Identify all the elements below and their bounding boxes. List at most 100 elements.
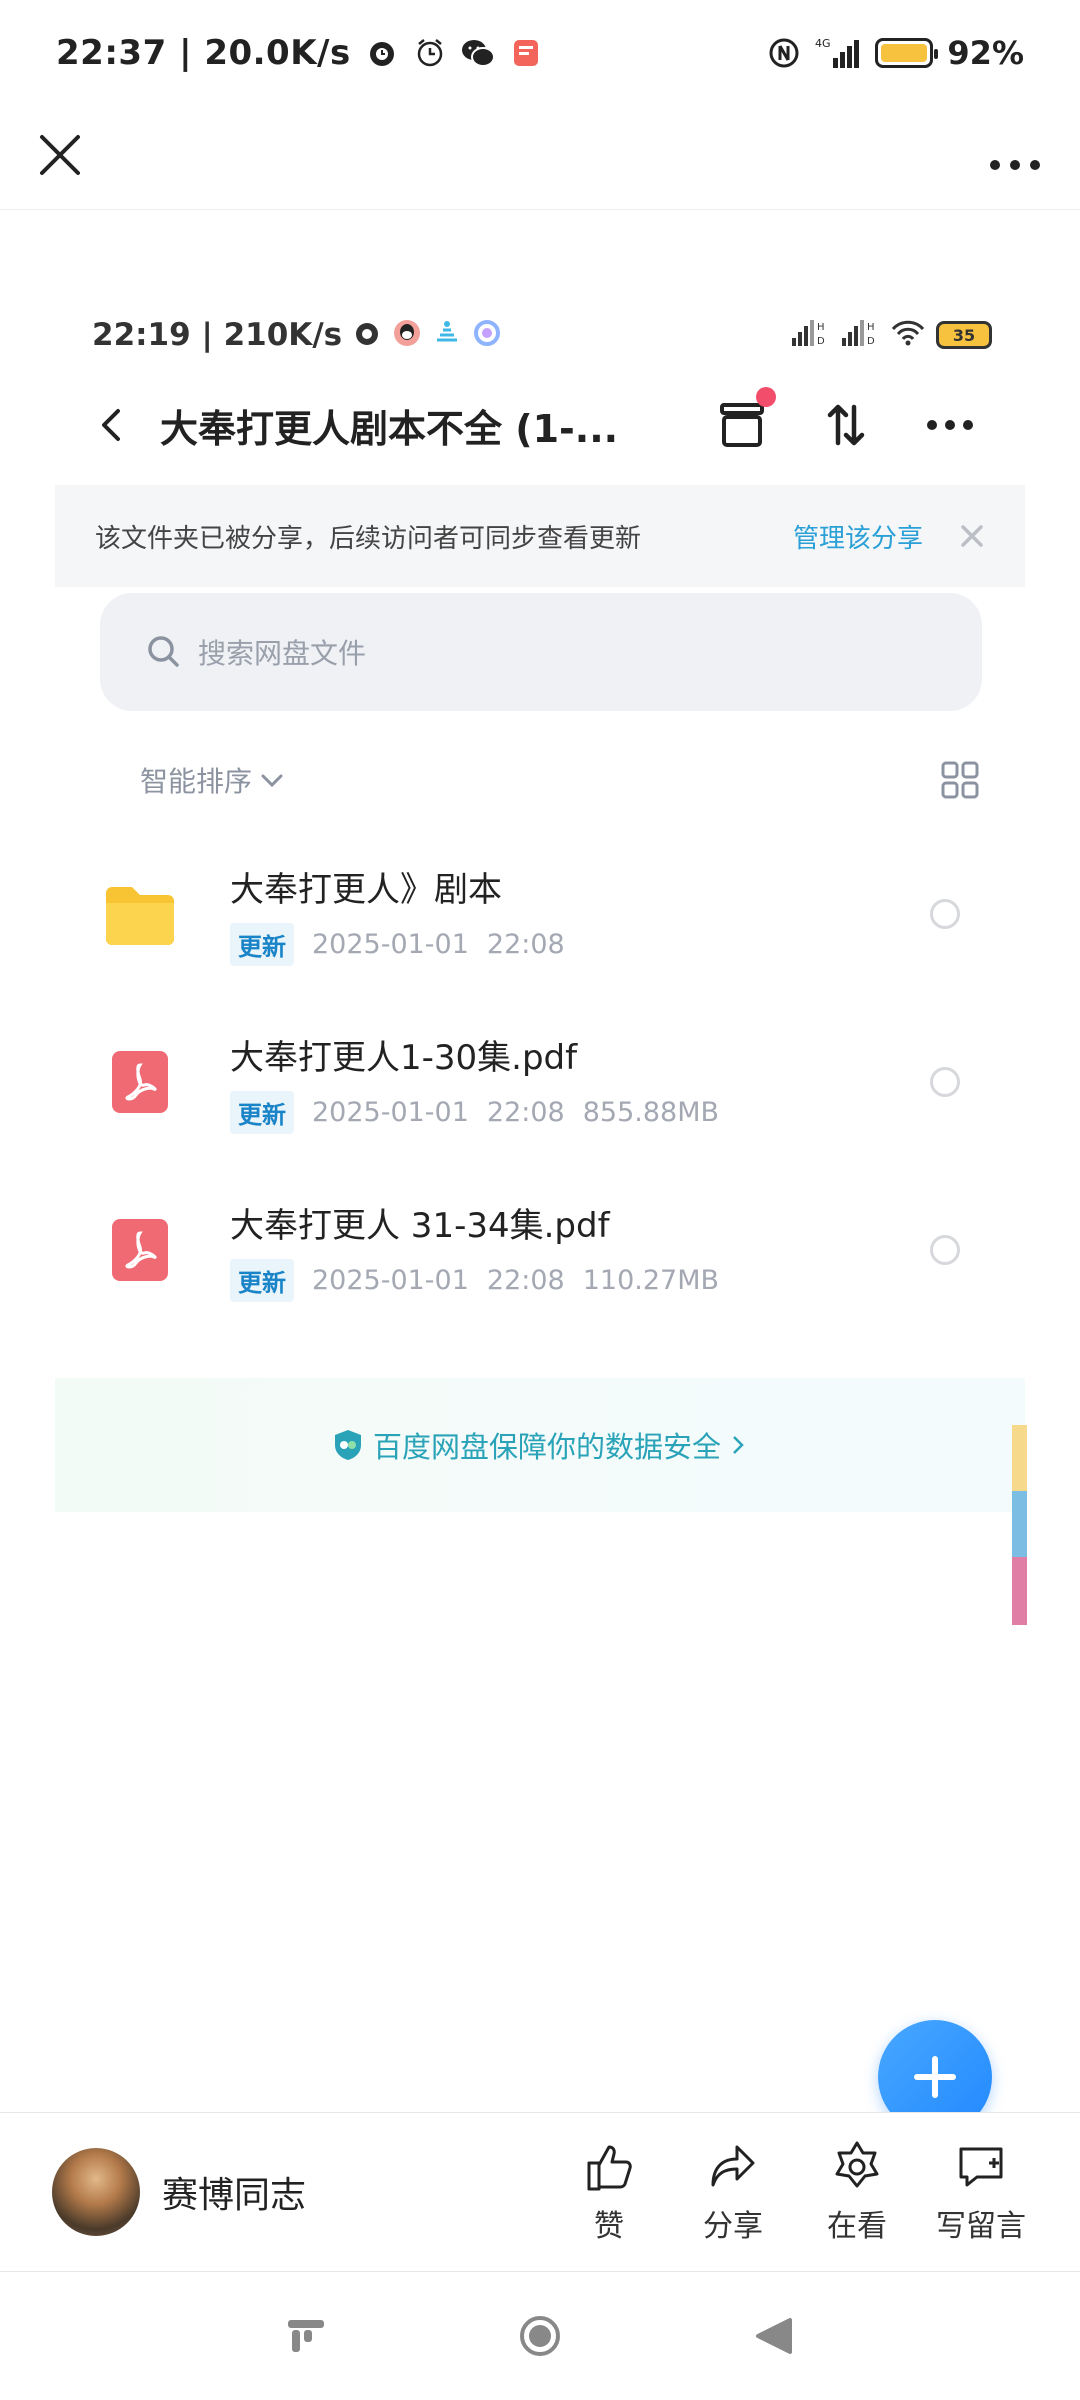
select-checkbox[interactable] [930,1235,960,1265]
like-label: 赞 [594,2209,624,2244]
share-icon [711,2145,755,2187]
battery-icon [875,37,939,68]
file-row[interactable]: 大奉打更人1-30集.pdf 更新 2025-01-01 22:08 855.8… [90,998,1000,1166]
alarm-filled-icon [365,36,399,70]
watching-button[interactable]: 在看 [808,2139,906,2245]
back-nav-button[interactable] [752,2314,796,2358]
outer-status-time: 22:37 | 20.0K/s [56,32,351,73]
author-name[interactable]: 赛博同志 [162,2166,306,2218]
grid-icon [941,761,979,799]
back-triangle-icon [756,2318,792,2354]
battery-percent: 92% [947,33,1024,72]
search-placeholder: 搜索网盘文件 [198,637,367,670]
like-button[interactable]: 赞 [560,2139,658,2245]
system-nav-bar [0,2272,1080,2400]
comment-label: 写留言 [936,2209,1026,2244]
folder-header: 大奉打更人剧本不全 (1-... [90,385,990,465]
select-checkbox[interactable] [930,899,960,929]
close-icon [961,525,983,547]
archive-button[interactable] [714,387,776,453]
wechat-icon [461,36,495,70]
home-circle-icon [520,2316,560,2356]
search-input[interactable]: 搜索网盘文件 [100,593,982,711]
manage-share-link[interactable]: 管理该分享 [793,518,923,555]
file-name: 大奉打更人 31-34集.pdf [230,1206,610,1246]
share-label: 分享 [703,2209,763,2244]
file-date: 2025-01-01 [312,1265,469,1296]
color-strip [1012,1425,1027,1625]
alarm-icon [352,318,382,352]
share-button[interactable]: 分享 [684,2139,782,2245]
close-button[interactable] [30,125,90,185]
pdf-icon [90,1200,190,1300]
svg-text:D: D [817,336,825,347]
close-icon [40,135,80,175]
nfc-icon [767,36,801,70]
chevron-left-icon [102,409,120,441]
star-icon [835,2141,879,2188]
recent-apps-button[interactable] [284,2314,328,2358]
signal-hd-icon: HD [790,318,830,352]
thumbs-up-icon [587,2145,632,2191]
select-checkbox[interactable] [930,1067,960,1097]
inner-status-bar: 22:19 | 210K/s HD HD 35 [92,310,992,360]
alarm-outline-icon [413,36,447,70]
file-date: 2025-01-01 [312,929,469,960]
top-nav [0,105,1080,210]
transfer-arrows-icon [827,404,865,446]
file-name: 大奉打更人》剧本 [230,870,502,910]
inner-status-time: 22:19 | 210K/s [92,317,343,353]
chevron-down-icon[interactable] [258,766,286,794]
notification-dot [756,387,776,407]
app-stack-icon [432,318,462,352]
update-badge: 更新 [230,923,294,966]
avatar[interactable] [52,2148,140,2236]
file-time: 22:08 [486,929,565,960]
chevron-right-icon [727,1434,749,1456]
shield-icon [331,1428,365,1462]
outer-status-bar: 22:37 | 20.0K/s 4G 92% [0,0,1080,105]
svg-text:H: H [867,322,875,333]
search-icon [144,632,184,672]
grid-view-toggle[interactable] [940,760,980,800]
app-notification-icon [509,36,543,70]
update-badge: 更新 [230,1091,294,1134]
file-time: 22:08 [486,1265,565,1296]
sort-dropdown[interactable]: 智能排序 [140,760,252,800]
file-size: 855.88MB [582,1097,720,1128]
file-row[interactable]: 大奉打更人 31-34集.pdf 更新 2025-01-01 22:08 110… [90,1166,1000,1334]
file-row[interactable]: 大奉打更人》剧本 更新 2025-01-01 22:08 [90,830,1000,998]
signal-hd-icon-2: HD [840,318,880,352]
svg-text:H: H [817,322,825,333]
watching-label: 在看 [827,2209,887,2244]
recent-apps-icon [288,2320,324,2352]
file-list: 大奉打更人》剧本 更新 2025-01-01 22:08 大奉打更人1-30集.… [90,830,1000,1334]
inner-battery: 35 [936,321,992,349]
archive-box-icon [720,403,764,447]
folder-more-button[interactable] [922,397,978,453]
file-time: 22:08 [486,1097,565,1128]
more-options-button[interactable] [980,125,1050,185]
folder-icon [90,864,190,964]
app-ring-icon [472,318,502,352]
svg-text:D: D [867,336,875,347]
home-button[interactable] [518,2314,562,2358]
share-banner: 该文件夹已被分享，后续访问者可同步查看更新 管理该分享 [55,485,1025,587]
safety-text: 百度网盘保障你的数据安全 [372,1430,721,1464]
file-size: 110.27MB [582,1265,720,1296]
wifi-icon [890,318,926,352]
signal-4g-icon: 4G [815,36,861,70]
update-badge: 更新 [230,1259,294,1302]
folder-title: 大奉打更人剧本不全 (1-... [160,406,619,451]
file-date: 2025-01-01 [312,1097,469,1128]
qq-icon [392,318,422,352]
comment-button[interactable]: 写留言 [932,2139,1030,2245]
more-dots-icon [990,160,1040,170]
safety-banner[interactable]: 百度网盘保障你的数据安全 [55,1378,1025,1512]
article-action-bar: 赛博同志 赞 分享 在看 写留言 [0,2112,1080,2272]
back-button[interactable] [90,403,134,447]
dismiss-banner-button[interactable] [959,523,985,549]
file-name: 大奉打更人1-30集.pdf [230,1038,578,1078]
more-dots-icon [927,420,973,430]
transfer-button[interactable] [818,397,874,453]
